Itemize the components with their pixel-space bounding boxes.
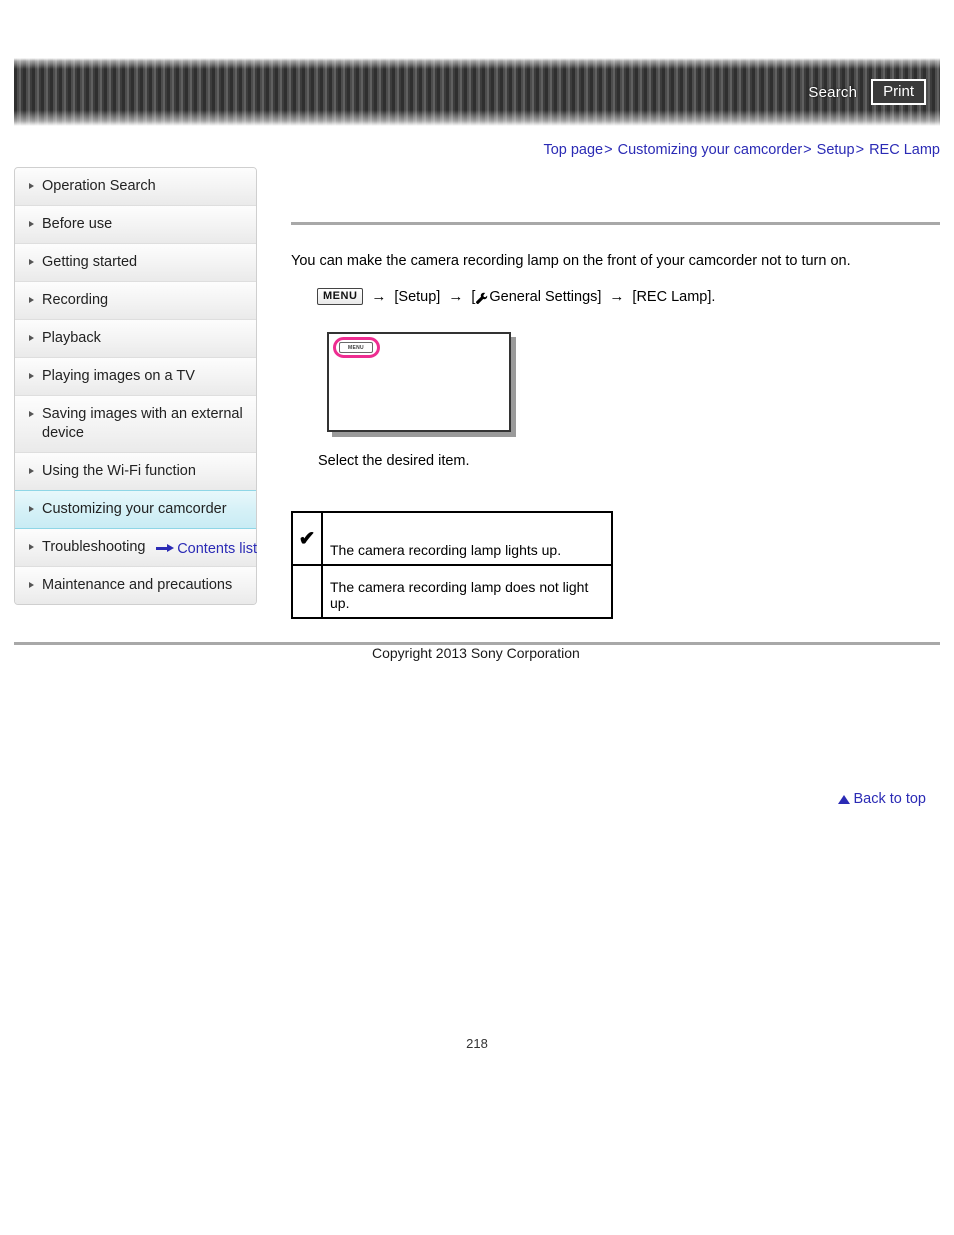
back-to-top-label: Back to top [853,791,926,807]
arrow-up-icon [838,795,851,804]
menu-path-step-rec-lamp: [REC Lamp]. [632,288,716,305]
breadcrumb-item-customizing-your-camcorder[interactable]: Customizing your camcorder [618,142,803,158]
chevron-right-icon [29,582,34,588]
sidebar-item-before-use[interactable]: Before use [15,206,256,244]
wrench-icon [475,290,488,305]
chevron-right-icon [29,468,34,474]
breadcrumb-separator: > [803,142,812,158]
breadcrumb: Top page> Customizing your camcorder> Se… [543,142,940,158]
copyright-text: Copyright 2013 Sony Corporation [372,645,580,661]
sidebar-item-using-the-wi-fi-function[interactable]: Using the Wi-Fi function [15,453,256,491]
contents-list-row: Contents list [14,541,257,557]
sidebar-item-label: Maintenance and precautions [42,577,233,593]
sidebar-item-getting-started[interactable]: Getting started [15,244,256,282]
checkmark-icon: ✔ [291,510,323,566]
contents-list-link[interactable]: Contents list [156,541,257,557]
sidebar-item-operation-search[interactable]: Operation Search [15,168,256,206]
breadcrumb-separator: > [855,142,865,158]
options-table: ✔ The camera recording lamp lights up. T… [291,510,613,619]
breadcrumb-item-rec-lamp[interactable]: REC Lamp [869,142,940,158]
menu-chip-icon: MENU [317,288,364,305]
camcorder-screen-illustration: MENU [327,331,511,432]
sidebar-item-saving-images-with-an-external-device[interactable]: Saving images with an external device [15,396,256,453]
intro-paragraph: You can make the camera recording lamp o… [291,253,851,269]
menu-path-step-general-settings: General Settings] [489,288,602,305]
content-top-divider [291,222,940,225]
sidebar-item-label: Recording [42,292,109,308]
breadcrumb-item-top-page[interactable]: Top page [543,142,603,158]
arrow-icon: → [448,287,464,305]
menu-path: MENU → [Setup] → [ General Settings] → [… [291,286,940,308]
sidebar-item-maintenance-and-precautions[interactable]: Maintenance and precautions [15,567,256,604]
arrow-icon: → [609,287,625,305]
sidebar-item-label: Playback [42,330,101,346]
sidebar-item-customizing-your-camcorder[interactable]: Customizing your camcorder [15,490,256,529]
menu-path-step-setup: [Setup] [394,288,441,305]
main-content: You can make the camera recording lamp o… [291,167,940,807]
illustration-menu-button: MENU [339,341,373,353]
table-row[interactable]: ✔ The camera recording lamp lights up. [291,510,613,566]
arrow-right-icon [156,544,175,553]
chevron-right-icon [29,297,34,303]
arrow-icon: → [371,287,387,305]
chevron-right-icon [29,411,34,417]
sidebar-item-label: Customizing your camcorder [42,501,227,517]
checkmark-icon [291,563,323,619]
option-label: The camera recording lamp lights up. [321,510,613,566]
sidebar-item-label: Getting started [42,254,138,270]
sidebar-item-playback[interactable]: Playback [15,320,256,358]
option-label: The camera recording lamp does not light… [321,563,613,619]
chevron-right-icon [29,335,34,341]
sidebar-nav: Operation Search Before use Getting star… [14,167,257,605]
breadcrumb-separator: > [604,142,613,158]
header-actions: Search Print [808,58,926,126]
breadcrumb-item-setup[interactable]: Setup [817,142,855,158]
sidebar-item-label: Using the Wi-Fi function [42,463,196,479]
chevron-right-icon [29,259,34,265]
sidebar-item-label: Before use [42,216,113,232]
chevron-right-icon [29,221,34,227]
sidebar-item-label: Playing images on a TV [42,368,195,384]
back-to-top-row: Back to top [838,791,926,807]
select-item-instruction: Select the desired item. [318,452,470,469]
print-button[interactable]: Print [871,79,926,105]
page-number: 218 [466,1036,488,1051]
sidebar-item-label: Saving images with an external device [42,406,243,441]
header-banner: Search Print [14,58,940,126]
sidebar-item-playing-images-on-a-tv[interactable]: Playing images on a TV [15,358,256,396]
search-button[interactable]: Search [808,84,857,101]
back-to-top-link[interactable]: Back to top [838,791,926,807]
table-row[interactable]: The camera recording lamp does not light… [291,563,613,619]
chevron-right-icon [29,373,34,379]
sidebar-item-label: Operation Search [42,178,156,194]
chevron-right-icon [29,183,34,189]
sidebar-item-recording[interactable]: Recording [15,282,256,320]
contents-list-label: Contents list [177,541,257,557]
chevron-right-icon [29,506,34,512]
